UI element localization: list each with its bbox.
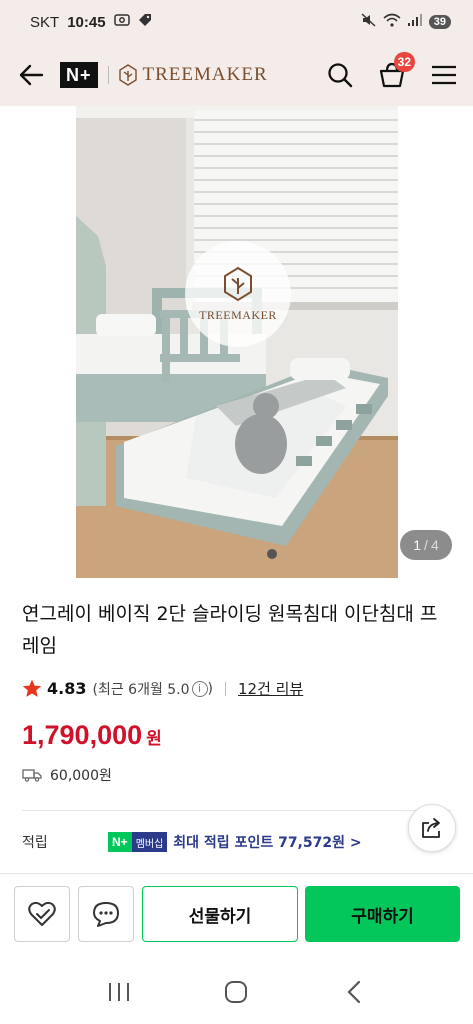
price: 1,790,000 원 xyxy=(22,720,162,751)
header-divider xyxy=(107,66,109,84)
back-button[interactable] xyxy=(14,58,48,92)
home-icon xyxy=(225,981,248,1003)
status-right: 39 xyxy=(361,13,451,31)
mute-icon xyxy=(361,13,377,31)
points-row: 적립 N+ 멤버십 최대 적립 포인트 77,572원 > xyxy=(22,832,452,852)
battery-indicator: 39 xyxy=(428,15,451,29)
divider xyxy=(22,810,451,811)
chevron-left-icon xyxy=(347,980,361,1004)
tag-icon xyxy=(138,13,152,31)
buy-button[interactable]: 구매하기 xyxy=(305,886,460,942)
total-pages: 4 xyxy=(430,537,439,553)
chat-button[interactable] xyxy=(78,886,134,942)
watermark-text: TREEMAKER xyxy=(199,307,277,322)
price-currency: 원 xyxy=(146,729,162,749)
current-page: 1 xyxy=(413,537,422,553)
screenshot-icon xyxy=(113,13,130,31)
header-actions: 32 xyxy=(325,52,459,90)
nplus-membership-badge: N+ 멤버십 xyxy=(108,832,168,852)
brand-name: TREEMAKER xyxy=(142,64,268,85)
delivery-truck-icon xyxy=(22,769,42,782)
recent-apps-icon xyxy=(108,983,129,1001)
search-icon xyxy=(328,63,353,88)
share-icon xyxy=(422,818,440,838)
gift-button[interactable]: 선물하기 xyxy=(142,886,298,942)
price-amount: 1,790,000 xyxy=(22,720,143,750)
home-button[interactable] xyxy=(216,972,256,1012)
recent-rating-close: ) xyxy=(207,680,214,697)
wifi-icon xyxy=(383,13,401,31)
product-title: 연그레이 베이직 2단 슬라이딩 원목침대 이단침대 프레임 xyxy=(22,603,438,657)
cart-count-badge: 32 xyxy=(393,52,415,72)
max-points-link[interactable]: 최대 적립 포인트 77,572원 > xyxy=(173,832,361,852)
cart-button[interactable]: 32 xyxy=(377,52,415,90)
heart-check-icon xyxy=(28,901,56,926)
back-arrow-icon xyxy=(19,64,44,86)
status-bar: SKT 10:45 39 xyxy=(0,0,473,44)
membership-badge: 멤버십 xyxy=(131,832,168,852)
recent-rating: (최근 6개월 5.0 xyxy=(92,681,190,698)
treemaker-logo-icon xyxy=(224,266,252,301)
system-navigation-bar xyxy=(0,960,473,1024)
signal-icon xyxy=(407,13,423,31)
clock: 10:45 xyxy=(67,13,106,31)
app-header: N+ TREEMAKER 32 xyxy=(0,44,473,106)
gallery-page-indicator: 1 / 4 xyxy=(400,530,452,560)
brand-watermark: TREEMAKER xyxy=(185,241,291,347)
nplus-store-logo[interactable]: N+ xyxy=(60,62,98,88)
product-photo[interactable]: TREEMAKER xyxy=(76,106,398,578)
star-icon xyxy=(22,679,42,697)
rating-score: 4.83 xyxy=(47,679,87,698)
back-nav-button[interactable] xyxy=(334,972,374,1012)
hamburger-menu-icon xyxy=(432,65,456,85)
rating-row: 4.83 (최근 6개월 5.0 i ) 12건 리뷰 xyxy=(22,678,303,699)
recent-apps-button[interactable] xyxy=(99,972,139,1012)
shipping-fee: 60,000원 xyxy=(22,765,112,785)
menu-button[interactable] xyxy=(429,60,459,90)
product-gallery[interactable]: TREEMAKER 1 / 4 xyxy=(0,106,473,578)
brand-logo[interactable]: TREEMAKER xyxy=(118,64,268,86)
status-left: SKT 10:45 xyxy=(30,13,152,31)
nplus-badge: N+ xyxy=(108,832,132,852)
purchase-action-bar: 선물하기 구매하기 xyxy=(0,874,473,960)
review-count-link[interactable]: 12건 리뷰 xyxy=(238,678,303,699)
shipping-fee-text: 60,000원 xyxy=(50,768,112,784)
share-button[interactable] xyxy=(408,804,456,852)
wishlist-button[interactable] xyxy=(14,886,70,942)
chat-bubble-icon xyxy=(93,902,119,927)
search-button[interactable] xyxy=(325,60,355,90)
info-icon[interactable]: i xyxy=(191,680,208,697)
treemaker-logo-icon xyxy=(118,64,137,86)
carrier-label: SKT xyxy=(30,13,60,31)
rating-divider xyxy=(225,681,227,696)
points-label: 적립 xyxy=(22,835,48,851)
